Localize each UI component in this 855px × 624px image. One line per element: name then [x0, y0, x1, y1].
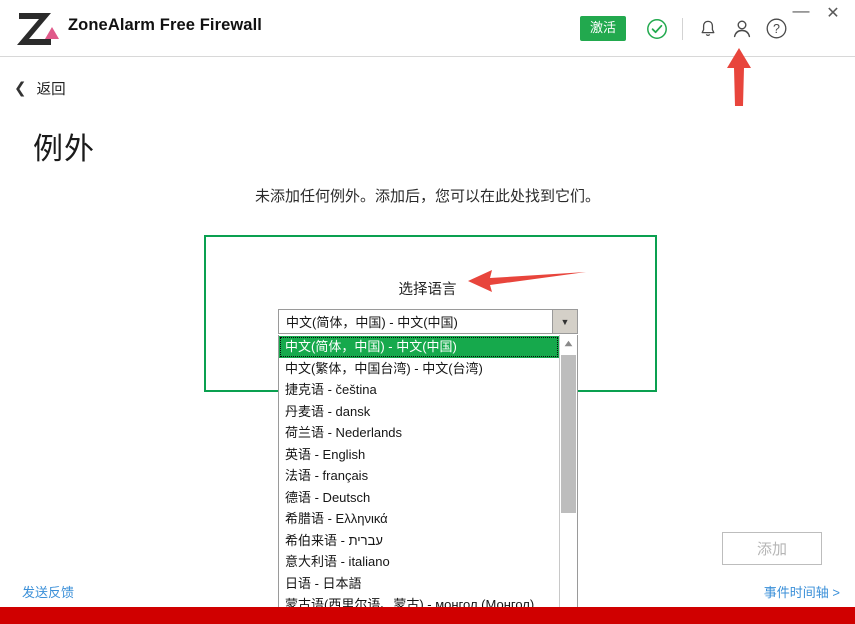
- language-option[interactable]: 日语 - 日本語: [279, 573, 559, 595]
- language-option[interactable]: 丹麦语 - dansk: [279, 401, 559, 423]
- language-option[interactable]: 德语 - Deutsch: [279, 487, 559, 509]
- scrollbar-thumb[interactable]: [561, 355, 576, 513]
- language-select[interactable]: 中文(简体，中国) - 中文(中国) ▼: [278, 309, 578, 334]
- chevron-left-icon: ❮: [14, 80, 27, 97]
- add-button[interactable]: 添加: [722, 532, 822, 565]
- language-option[interactable]: 希伯来语 - עברית: [279, 530, 559, 552]
- language-option[interactable]: 希腊语 - Ελληνικά: [279, 508, 559, 530]
- check-circle-icon[interactable]: [640, 12, 674, 46]
- language-select-value: 中文(简体，中国) - 中文(中国): [286, 315, 458, 330]
- language-option[interactable]: 意大利语 - italiano: [279, 551, 559, 573]
- event-timeline-link[interactable]: 事件时间轴 >: [764, 582, 840, 601]
- back-button[interactable]: ❮ 返回: [14, 78, 66, 99]
- zonealarm-logo-icon: [15, 9, 61, 49]
- language-option[interactable]: 捷克语 - čeština: [279, 379, 559, 401]
- person-icon[interactable]: [725, 12, 759, 46]
- minimize-button[interactable]: —: [785, 0, 817, 31]
- language-option-list: 中文(简体，中国) - 中文(中国) 中文(繁体，中国台湾) - 中文(台湾) 捷克…: [279, 335, 559, 623]
- send-feedback-link[interactable]: 发送反馈: [22, 582, 74, 601]
- language-option[interactable]: 荷兰语 - Nederlands: [279, 422, 559, 444]
- language-option[interactable]: 英语 - English: [279, 444, 559, 466]
- scroll-up-arrow-icon[interactable]: [560, 335, 577, 352]
- language-option[interactable]: 法语 - français: [279, 465, 559, 487]
- header-divider: [682, 17, 683, 40]
- bell-icon[interactable]: [691, 12, 725, 46]
- select-language-label: 选择语言: [398, 282, 457, 298]
- header-actions: 激活 ?: [579, 0, 793, 57]
- bottom-red-bar: [0, 607, 855, 624]
- close-button[interactable]: ✕: [817, 1, 849, 27]
- chevron-down-icon[interactable]: ▼: [552, 310, 577, 333]
- language-dropdown-list[interactable]: 中文(简体，中国) - 中文(中国) 中文(繁体，中国台湾) - 中文(台湾) 捷克…: [278, 335, 578, 624]
- dropdown-scrollbar[interactable]: [559, 335, 577, 623]
- language-option[interactable]: 中文(简体，中国) - 中文(中国): [279, 336, 559, 358]
- app-header: ZoneAlarm Free Firewall 激活 ? — ✕: [0, 0, 855, 57]
- page-brand-title: ZoneAlarm Free Firewall: [68, 16, 262, 34]
- back-button-label: 返回: [36, 82, 66, 98]
- svg-text:?: ?: [773, 22, 780, 36]
- empty-state-message: 未添加任何例外。添加后，您可以在此处找到它们。: [254, 188, 600, 205]
- activate-button[interactable]: 激活: [579, 15, 626, 42]
- page-title: 例外: [33, 133, 95, 166]
- language-option[interactable]: 中文(繁体，中国台湾) - 中文(台湾): [279, 358, 559, 380]
- window-controls: — ✕: [785, 0, 855, 28]
- app-window: ZoneAlarm Free Firewall 激活 ? — ✕ ❮ 返回 例外…: [0, 0, 855, 624]
